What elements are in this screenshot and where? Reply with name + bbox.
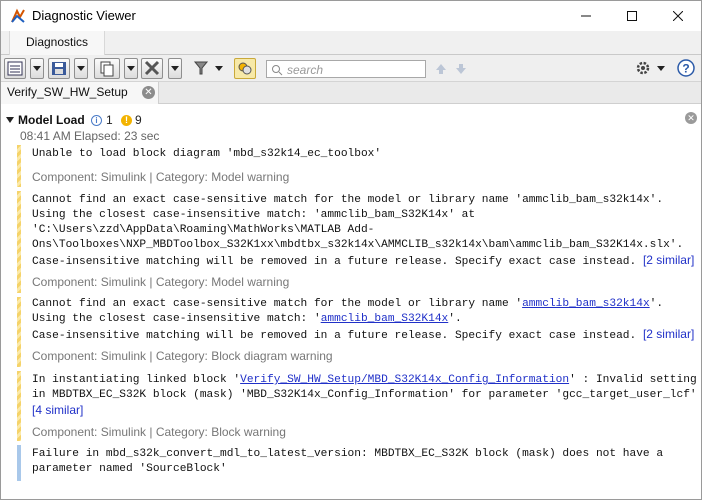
- message-text: 'C:\Users\zzd\AppData\Roaming\MathWorks\…: [32, 224, 375, 236]
- gear-icon: [636, 61, 650, 75]
- search-icon: [272, 65, 283, 76]
- clear-x-icon: [144, 60, 160, 76]
- previous-arrow-icon[interactable]: [435, 63, 447, 75]
- message-text: Case-insensitive matching will be remove…: [32, 327, 694, 344]
- help-icon[interactable]: ?: [677, 59, 695, 77]
- model-link[interactable]: ammclib_bam_S32K14x: [321, 313, 449, 325]
- chevron-down-icon: [33, 66, 41, 71]
- message-line: Case-insensitive matching will be remove…: [32, 256, 637, 268]
- close-icon: [673, 11, 683, 21]
- clear-dropdown[interactable]: [168, 58, 182, 79]
- warning-icon: !: [121, 115, 132, 126]
- message-text: Cannot find an exact case-sensitive matc…: [32, 194, 664, 206]
- message-text: Cannot find an exact case-sensitive matc…: [32, 297, 663, 312]
- list-view-icon: [7, 61, 23, 76]
- message-text: Ons\Toolboxes\NXP_MBDToolbox_S32K1xx\mbd…: [32, 239, 684, 251]
- save-icon: [52, 62, 66, 75]
- view-dropdown[interactable]: [30, 58, 44, 79]
- chevron-down-icon: [215, 66, 223, 71]
- warning-bar: [17, 297, 21, 367]
- message-text: Using the closest case-insensitive match…: [32, 312, 462, 327]
- similar-link[interactable]: [4 similar]: [32, 403, 83, 417]
- settings-button[interactable]: [635, 59, 669, 79]
- message-line: Case-insensitive matching will be remove…: [32, 330, 637, 342]
- maximize-button[interactable]: [609, 1, 655, 31]
- chevron-down-icon: [171, 66, 179, 71]
- filter-button[interactable]: [193, 59, 223, 79]
- collapse-triangle-icon[interactable]: [6, 117, 14, 123]
- minimize-icon: [581, 15, 591, 17]
- view-list-button[interactable]: [4, 58, 26, 79]
- close-window-button[interactable]: [655, 1, 701, 31]
- warning-count: 9: [135, 113, 142, 127]
- save-dropdown[interactable]: [74, 58, 88, 79]
- message-text: parameter named 'SourceBlock': [32, 463, 227, 475]
- title-bar: Diagnostic Viewer: [1, 1, 701, 31]
- diagnostic-viewer-window: Diagnostic Viewer Diagnostics search ? V…: [0, 0, 702, 500]
- message-component: Component: Simulink | Category: Model wa…: [32, 275, 290, 289]
- similar-link[interactable]: [2 similar]: [643, 253, 694, 267]
- message-text: Using the closest case-insensitive match…: [32, 209, 476, 221]
- group-toggle-button[interactable]: [234, 58, 256, 79]
- chevron-down-icon: [127, 66, 135, 71]
- similar-link[interactable]: [2 similar]: [643, 327, 694, 341]
- minimize-button[interactable]: [563, 1, 609, 31]
- tab-label: Verify_SW_HW_Setup: [7, 85, 128, 99]
- window-title: Diagnostic Viewer: [32, 8, 136, 23]
- info-bar: [17, 445, 21, 481]
- copy-button[interactable]: [94, 58, 120, 79]
- text-fragment: In instantiating linked block ': [32, 374, 241, 386]
- text-fragment: Cannot find an exact case-sensitive matc…: [32, 298, 523, 310]
- text-fragment: '.: [649, 298, 664, 310]
- info-count: 1: [106, 113, 113, 127]
- close-stage-icon[interactable]: ✕: [685, 112, 697, 124]
- message-component: Component: Simulink | Category: Model wa…: [32, 170, 290, 184]
- text-fragment: ' : Invalid setting: [569, 374, 697, 386]
- message-text: in MBDTBX_EC_S32K block (mask) 'MBD_S32K…: [32, 389, 697, 401]
- text-fragment: '.: [448, 313, 462, 325]
- ribbon-tab-strip: Diagnostics: [1, 31, 701, 55]
- warning-message: In instantiating linked block 'Verify_SW…: [17, 371, 697, 441]
- message-text: Failure in mbd_s32k_convert_mdl_to_lates…: [32, 448, 664, 460]
- info-icon: i: [91, 115, 102, 126]
- document-tab-strip: Verify_SW_HW_Setup ✕: [1, 82, 701, 104]
- stage-header[interactable]: Model Load i 1 ! 9 08:41 AM Elapsed: 23 …: [1, 109, 701, 143]
- chevron-down-icon: [657, 66, 665, 71]
- message-text: In instantiating linked block 'Verify_SW…: [32, 373, 697, 388]
- next-arrow-icon[interactable]: [455, 63, 467, 75]
- warning-message: Cannot find an exact case-sensitive matc…: [17, 297, 694, 367]
- message-text: Case-insensitive matching will be remove…: [32, 253, 694, 270]
- warning-bar: [17, 145, 21, 187]
- save-button[interactable]: [48, 58, 70, 79]
- svg-text:?: ?: [682, 62, 689, 76]
- tab-diagnostics[interactable]: Diagnostics: [9, 31, 106, 55]
- clear-button[interactable]: [141, 58, 163, 79]
- text-fragment: Using the closest case-insensitive match…: [32, 313, 321, 325]
- warning-bar: [17, 371, 21, 441]
- copy-icon: [100, 61, 114, 77]
- warning-bar: [17, 191, 21, 293]
- info-message: Failure in mbd_s32k_convert_mdl_to_lates…: [17, 445, 687, 481]
- warning-message: Unable to load block diagram 'mbd_s32k14…: [17, 145, 687, 187]
- stage-timestamp: 08:41 AM Elapsed: 23 sec: [20, 129, 160, 143]
- message-component: Component: Simulink | Category: Block wa…: [32, 425, 286, 439]
- maximize-icon: [627, 11, 637, 21]
- simulink-app-icon: [11, 8, 25, 23]
- diagnostics-content: Model Load i 1 ! 9 08:41 AM Elapsed: 23 …: [1, 105, 701, 499]
- chevron-down-icon: [77, 66, 85, 71]
- block-link[interactable]: Verify_SW_HW_Setup/MBD_S32K14x_Config_In…: [240, 374, 569, 386]
- close-tab-icon[interactable]: ✕: [142, 86, 155, 99]
- warning-message: Cannot find an exact case-sensitive matc…: [17, 191, 694, 293]
- message-text: Unable to load block diagram 'mbd_s32k14…: [32, 148, 382, 160]
- toolbar: search ?: [1, 55, 701, 82]
- stage-name: Model Load: [18, 113, 85, 127]
- search-placeholder: search: [287, 63, 324, 77]
- group-icon: [238, 62, 252, 75]
- filter-icon: [193, 61, 209, 75]
- tab-verify-sw-hw-setup[interactable]: Verify_SW_HW_Setup ✕: [1, 82, 159, 104]
- model-link[interactable]: ammclib_bam_s32k14x: [522, 298, 650, 310]
- search-box[interactable]: search: [266, 60, 426, 78]
- message-component: Component: Simulink | Category: Block di…: [32, 349, 333, 363]
- copy-dropdown[interactable]: [124, 58, 138, 79]
